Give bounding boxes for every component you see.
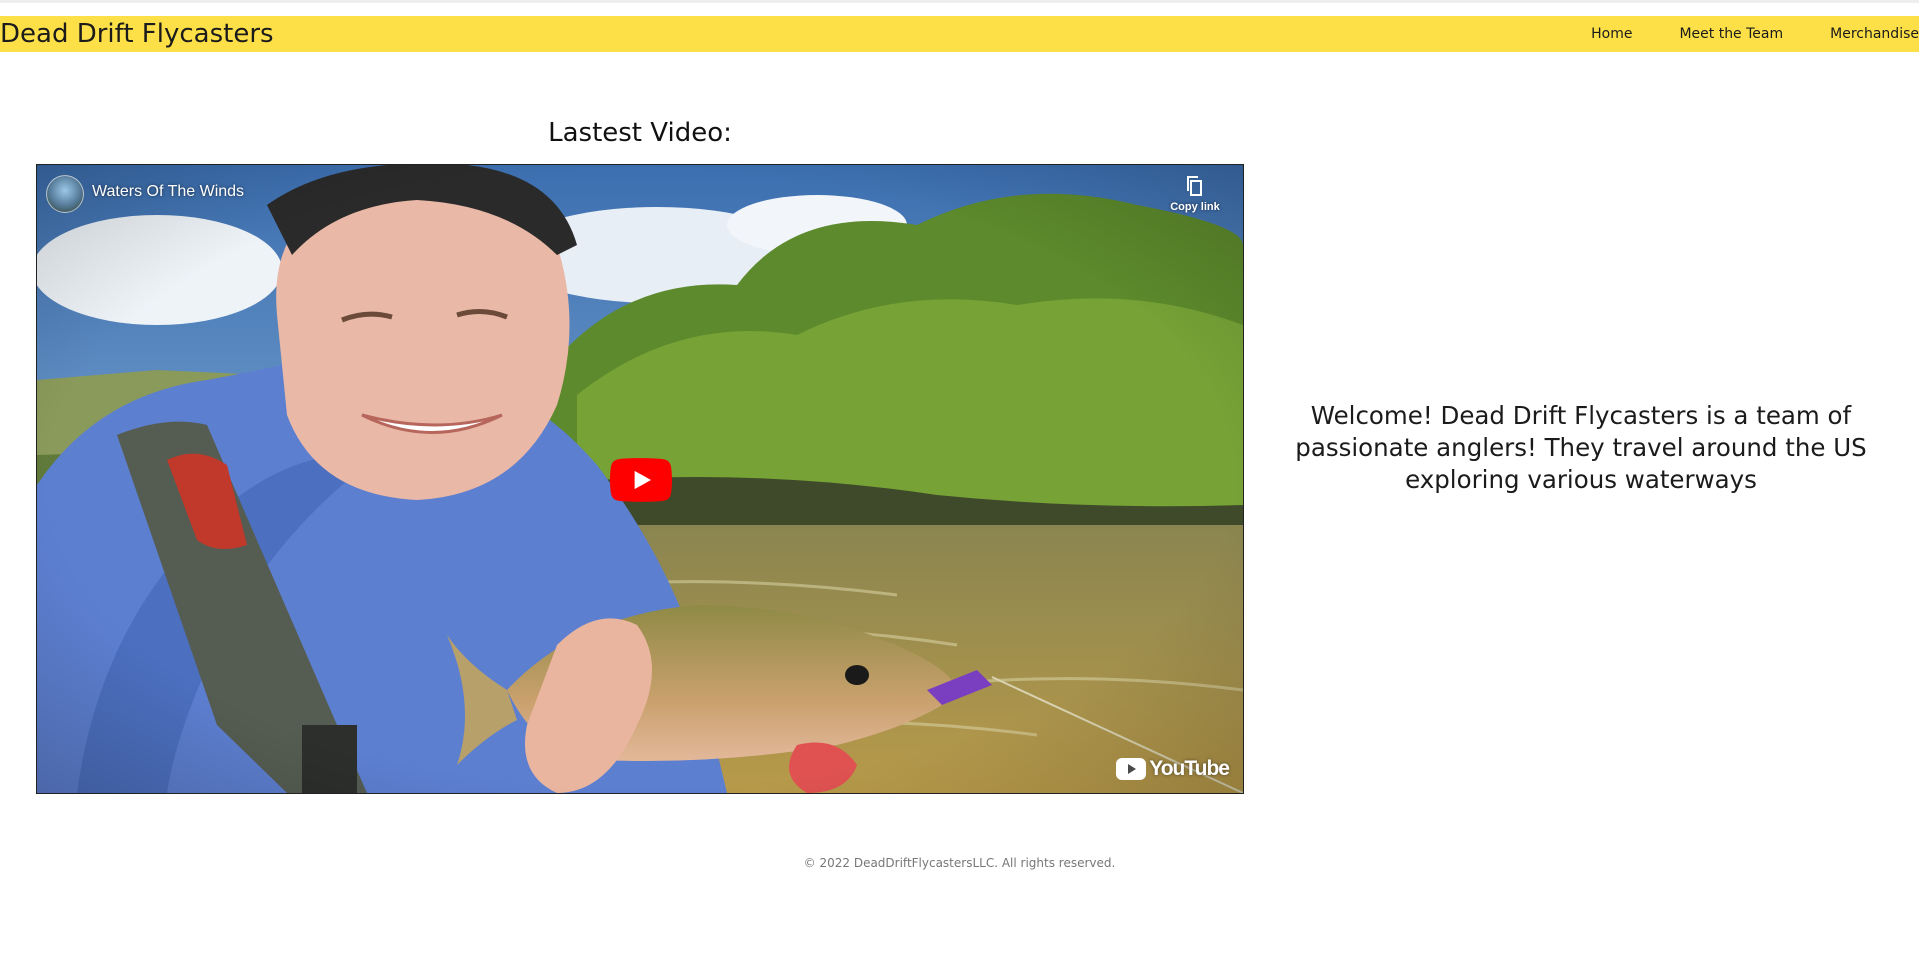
nav-links: Home Meet the Team Merchandise [1544,16,1919,52]
youtube-logo-icon [1116,758,1147,780]
copy-link-button[interactable]: Copy link [1165,175,1225,213]
nav-home-link[interactable]: Home [1591,26,1632,42]
channel-avatar[interactable] [46,175,84,213]
youtube-logo-link[interactable]: YouTube [1116,757,1230,781]
nav-merchandise-link[interactable]: Merchandise [1830,26,1919,42]
copy-link-icon [1187,176,1202,196]
brand-logo-text[interactable]: Dead Drift Flycasters [0,17,274,51]
nav-meet-the-team-link[interactable]: Meet the Team [1679,26,1783,42]
youtube-video-embed[interactable]: Waters Of The Winds Copy link YouTube [36,164,1244,794]
youtube-wordmark: YouTube [1149,757,1230,780]
navbar: Dead Drift Flycasters Home Meet the Team… [0,16,1919,52]
copy-link-label: Copy link [1170,201,1220,213]
top-border [0,0,1919,3]
latest-video-heading: Lastest Video: [548,118,732,148]
welcome-text: Welcome! Dead Drift Flycasters is a team… [1295,401,1867,494]
footer-copyright: © 2022 DeadDriftFlycastersLLC. All right… [803,856,1116,870]
play-icon[interactable] [610,458,672,502]
video-title[interactable]: Waters Of The Winds [92,183,244,201]
